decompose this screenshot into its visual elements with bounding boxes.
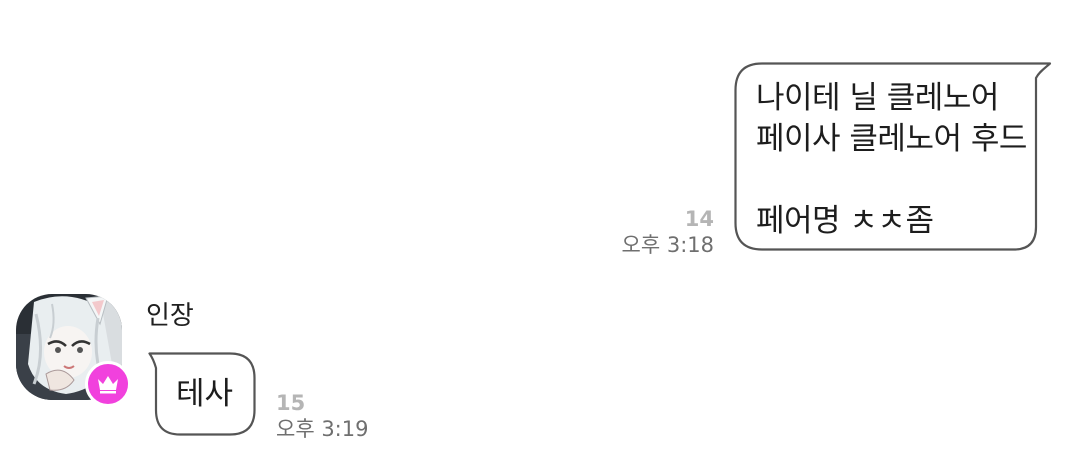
- chat-room: 14 오후 3:18 나이테 닐 클레노어 페이사 클레노어 후드 페어명 ㅊㅊ…: [0, 0, 1080, 459]
- unread-count: 14: [684, 207, 714, 231]
- unread-count: 15: [276, 391, 306, 415]
- incoming-message-bubble[interactable]: 테사: [148, 352, 256, 436]
- incoming-message-meta: 15 오후 3:19: [276, 390, 476, 442]
- crown-icon: [98, 376, 118, 394]
- message-time: 오후 3:19: [276, 417, 369, 441]
- outgoing-message-meta: 14 오후 3:18: [514, 206, 714, 258]
- message-text: 테사: [176, 376, 234, 412]
- message-time: 오후 3:18: [621, 233, 714, 257]
- message-text: 나이테 닐 클레노어 페이사 클레노어 후드 페어명 ㅊㅊ좀: [756, 80, 1027, 239]
- outgoing-message-bubble[interactable]: 나이테 닐 클레노어 페이사 클레노어 후드 페어명 ㅊㅊ좀: [734, 62, 1052, 251]
- sender-name: 인장: [146, 301, 194, 331]
- host-crown-badge: [85, 361, 131, 407]
